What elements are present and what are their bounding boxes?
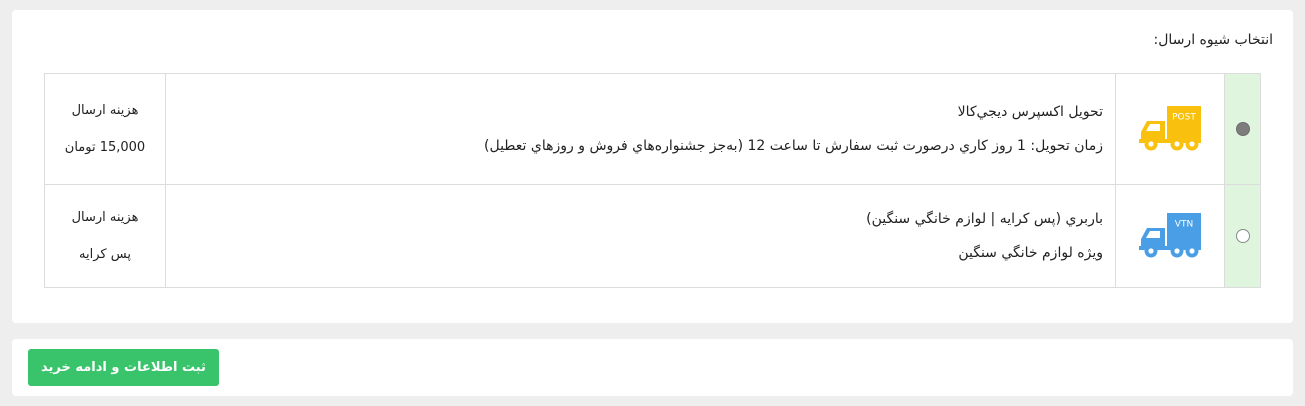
shipping-cost-label: هزينه ارسال (71, 209, 139, 225)
shipping-option-name: باربري (پس كرايه | لوازم خانگي سنگين) (866, 211, 1103, 227)
shipping-option-cost: هزينه ارسال پس كرايه (44, 184, 166, 288)
shipping-option-row[interactable]: POST تحويل اكسپرس ديجي‌كالا زمان تحويل: … (44, 73, 1261, 185)
shipping-method-title: انتخاب شیوه ارسال: (1153, 32, 1273, 48)
delivery-truck-icon: VTN (1139, 213, 1201, 258)
shipping-cost-value: 15,000 تومان (64, 139, 146, 155)
shipping-option-radio-cell[interactable] (1224, 184, 1261, 288)
submit-and-continue-button[interactable]: ثبت اطلاعات و ادامه خريد (28, 349, 219, 386)
shipping-option-description: تحويل اكسپرس ديجي‌كالا زمان تحويل: 1 روز… (165, 73, 1116, 185)
shipping-option-radio[interactable] (1235, 229, 1250, 243)
truck-label-text: VTN (1175, 220, 1193, 230)
shipping-cost-label: هزينه ارسال (71, 102, 139, 118)
shipping-option-radio-cell[interactable] (1224, 73, 1261, 185)
shipping-method-card: انتخاب شیوه ارسال: POST تحويل اكسپرس ديج… (12, 10, 1293, 323)
shipping-option-description: باربري (پس كرايه | لوازم خانگي سنگين) وي… (165, 184, 1116, 288)
shipping-option-icon-cell: POST (1115, 73, 1225, 185)
shipping-option-detail: ويژه لوازم خانگي سنگين (958, 245, 1103, 261)
submit-card: ثبت اطلاعات و ادامه خريد (12, 339, 1293, 396)
truck-label-text: POST (1172, 113, 1196, 123)
shipping-option-row[interactable]: VTN باربري (پس كرايه | لوازم خانگي سنگين… (44, 184, 1261, 288)
shipping-options-table: POST تحويل اكسپرس ديجي‌كالا زمان تحويل: … (44, 73, 1261, 288)
shipping-option-radio[interactable] (1235, 122, 1250, 136)
shipping-cost-value: پس كرايه (79, 246, 131, 262)
delivery-truck-icon: POST (1139, 106, 1201, 151)
shipping-option-detail: زمان تحويل: 1 روز كاري درصورت ثبت سفارش … (484, 138, 1103, 154)
shipping-option-name: تحويل اكسپرس ديجي‌كالا (957, 104, 1103, 120)
shipping-option-cost: هزينه ارسال 15,000 تومان (44, 73, 166, 185)
shipping-option-icon-cell: VTN (1115, 184, 1225, 288)
